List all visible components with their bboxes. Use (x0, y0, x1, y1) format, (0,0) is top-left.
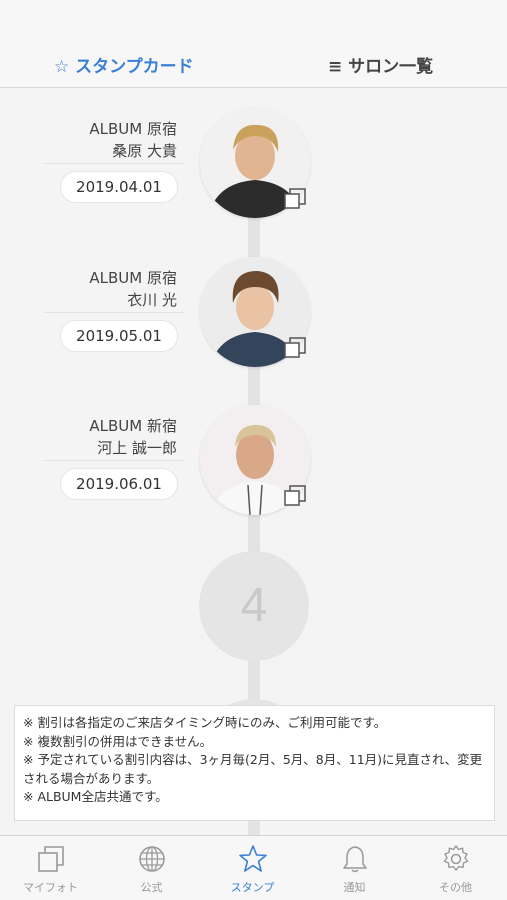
nav-notifications[interactable]: 通知 (304, 836, 405, 900)
photos-icon (38, 846, 64, 872)
stamp-entry[interactable]: ALBUM 新宿 河上 誠一郎 2019.06.01 (0, 405, 507, 525)
staff-name: 衣川 光 (127, 291, 177, 309)
photo-stack-icon[interactable] (284, 188, 306, 210)
salon-name: ALBUM 原宿 (89, 269, 177, 287)
nav-other[interactable]: その他 (405, 836, 506, 900)
visit-date: 2019.05.01 (60, 320, 178, 352)
globe-icon (139, 846, 165, 872)
nav-official[interactable]: 公式 (101, 836, 202, 900)
photo-stack-icon[interactable] (284, 337, 306, 359)
tab-stamp-card[interactable]: ☆ スタンプカード (54, 52, 194, 77)
notice-line: ※ 予定されている割引内容は、3ヶ月毎(2月、5月、8月、11月)に見直され、変… (23, 752, 483, 786)
staff-name: 河上 誠一郎 (97, 439, 177, 457)
divider (44, 312, 184, 313)
visit-date: 2019.04.01 (60, 171, 178, 203)
stamp-entry[interactable]: ALBUM 原宿 衣川 光 2019.05.01 (0, 257, 507, 377)
nav-label: その他 (439, 881, 472, 894)
stamp-entry[interactable]: ALBUM 原宿 桑原 大貴 2019.04.01 (0, 108, 507, 228)
salon-name: ALBUM 新宿 (89, 417, 177, 435)
visit-date: 2019.06.01 (60, 468, 178, 500)
nav-stamp[interactable]: スタンプ (202, 836, 303, 900)
star-icon (239, 845, 267, 872)
nav-label: マイフォト (23, 881, 78, 894)
nav-label: スタンプ (230, 881, 275, 894)
nav-label: 通知 (343, 881, 366, 894)
staff-name: 桑原 大貴 (112, 142, 177, 160)
divider (44, 460, 184, 461)
salon-name: ALBUM 原宿 (89, 120, 177, 138)
divider (44, 163, 184, 164)
bottom-nav: マイフォト 公式 スタンプ 通知 その他 (0, 835, 507, 900)
gear-icon (443, 845, 469, 871)
tab-salon-list[interactable]: ≡ サロン一覧 (328, 52, 433, 77)
top-tab-bar: ☆ スタンプカード ≡ サロン一覧 (0, 0, 507, 88)
bell-icon (343, 846, 367, 873)
nav-my-photo[interactable]: マイフォト (0, 836, 101, 900)
photo-stack-icon[interactable] (284, 485, 306, 507)
notice-line: ※ 割引は各指定のご来店タイミング時にのみ、ご利用可能です。 (23, 715, 387, 730)
notice-line: ※ ALBUM全店共通です。 (23, 789, 168, 804)
nav-label: 公式 (140, 881, 163, 894)
notice-line: ※ 複数割引の併用はできません。 (23, 733, 213, 749)
discount-notice: ※ 割引は各指定のご来店タイミング時にのみ、ご利用可能です。 ※ 複数割引の併用… (14, 705, 495, 821)
empty-stamp-slot: 4 (199, 551, 309, 661)
